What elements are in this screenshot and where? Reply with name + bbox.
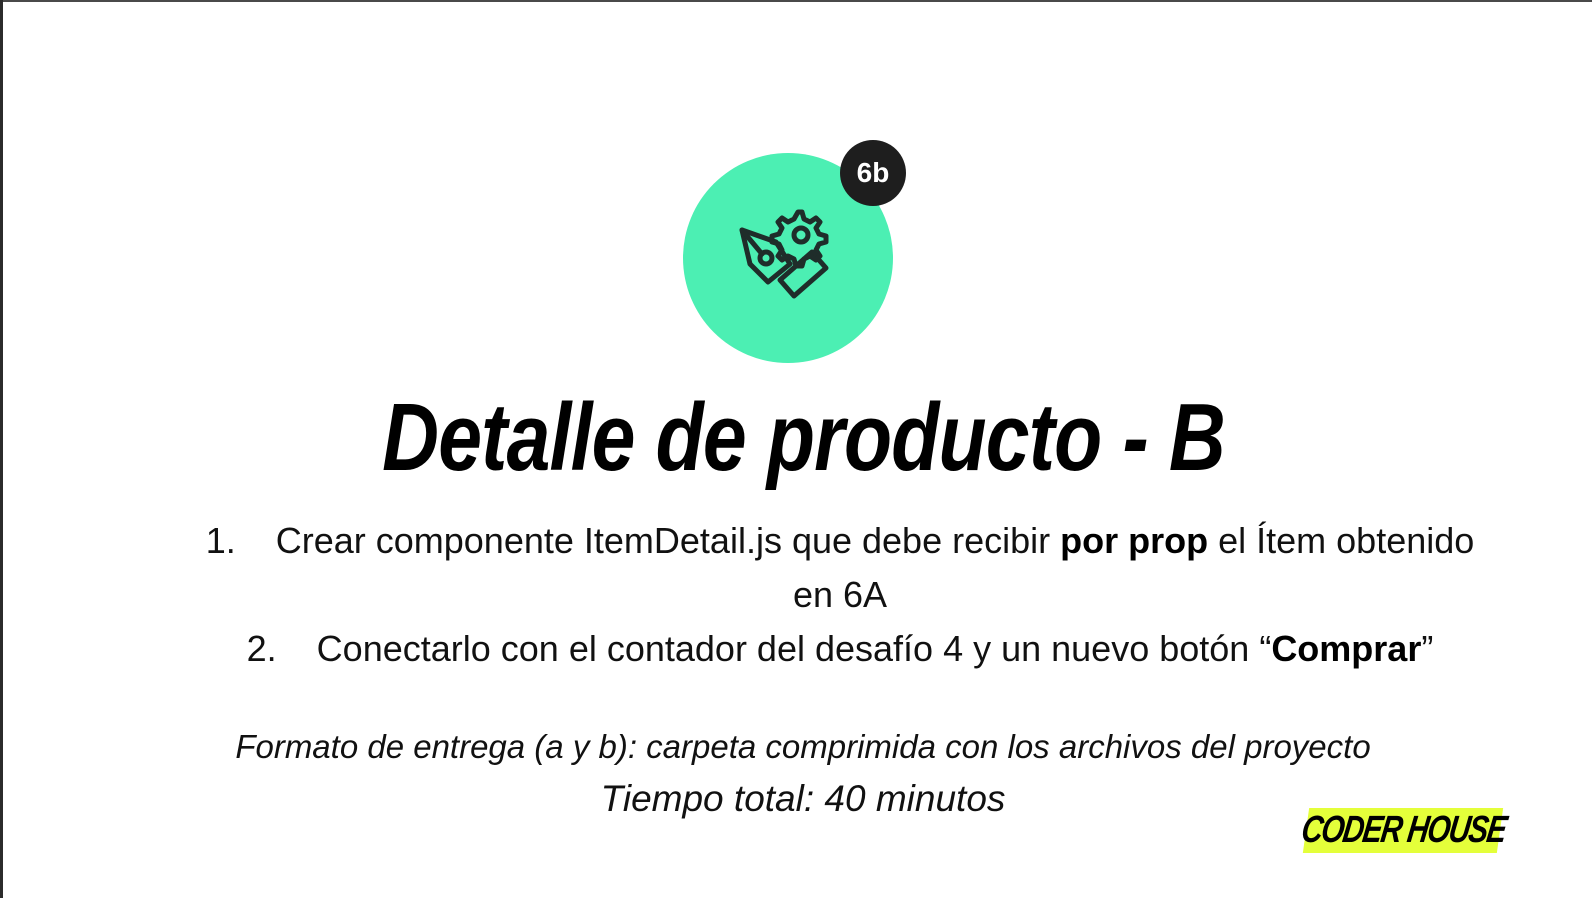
list-item-text: Crear componente ItemDetail.js que debe … — [275, 520, 1061, 561]
activity-number-badge: 6b — [840, 140, 906, 206]
list-item: 1. Crear componente ItemDetail.js que deb… — [200, 514, 1480, 622]
delivery-format-note: Formato de entrega (a y b): carpeta comp… — [235, 728, 1371, 765]
pen-gear-icon — [739, 209, 829, 299]
slide-title: Detalle de producto - B — [382, 384, 1226, 491]
list-item-bold: por prop — [1060, 520, 1209, 561]
list-item-bold: Comprar — [1271, 628, 1422, 669]
instructions-list: 1. Crear componente ItemDetail.js que deb… — [200, 514, 1480, 676]
coderhouse-logo: CODER HOUSE — [1298, 808, 1508, 853]
window-top-border — [0, 0, 1592, 2]
list-item: 2. Conectarlo con el contador del desafío… — [200, 622, 1480, 676]
list-item-text-after: ” — [1421, 628, 1434, 669]
list-item-text: Conectarlo con el contador del desafío 4… — [316, 628, 1272, 669]
list-item-number: 1. — [205, 520, 236, 561]
list-item-number: 2. — [246, 628, 277, 669]
logo-text: CODER HOUSE — [1298, 809, 1508, 851]
